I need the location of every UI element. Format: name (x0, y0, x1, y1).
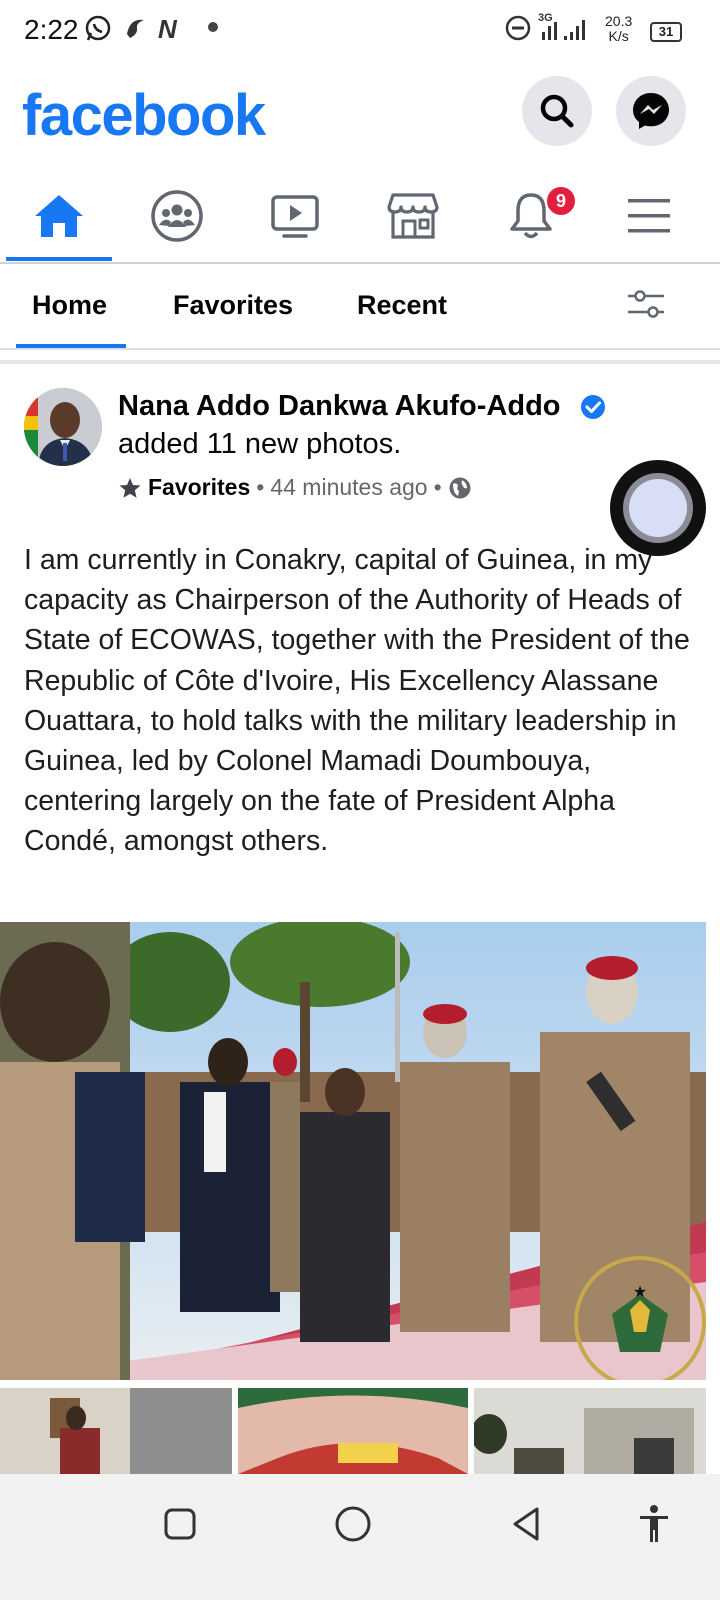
post-body-text: I am currently in Conakry, capital of Gu… (24, 544, 690, 858)
post-main-photo[interactable]: ★ (0, 922, 706, 1380)
author-avatar[interactable] (24, 388, 102, 466)
main-nav (0, 172, 720, 264)
nav-notifications[interactable] (472, 172, 590, 260)
home-icon (35, 195, 83, 237)
groups-icon (151, 190, 203, 242)
swirl-app-icon (122, 14, 150, 42)
photo-content: ★ (0, 922, 706, 1380)
menu-icon (628, 199, 670, 233)
messenger-icon (633, 93, 669, 129)
filter-icon (628, 290, 664, 318)
filter-button[interactable] (626, 288, 666, 325)
post-action-text: added 11 new photos. (118, 428, 402, 460)
accessibility-icon (640, 1505, 668, 1542)
whatsapp-icon (84, 14, 112, 42)
network-speed: 20.3 K/s (605, 14, 632, 44)
nav-home[interactable] (0, 172, 118, 260)
network-speed-unit: K/s (608, 28, 629, 44)
marketplace-icon (387, 193, 439, 239)
post-meta: Favorites • 44 minutes ago • (118, 474, 472, 501)
nav-menu[interactable] (590, 172, 708, 260)
nav-active-indicator (6, 257, 112, 261)
tab-favorites[interactable]: Favorites (173, 290, 293, 321)
n-app-icon: N (158, 14, 177, 44)
svg-text:★: ★ (633, 1282, 647, 1301)
clock: 2:22 (24, 14, 79, 45)
thumbnail-content (238, 1388, 468, 1474)
feed-divider (0, 360, 720, 364)
globe-icon (449, 477, 471, 498)
photo-thumbnail-3[interactable] (474, 1388, 706, 1474)
floating-button-ring (623, 473, 693, 543)
nav-marketplace[interactable] (354, 172, 472, 260)
star-icon (119, 477, 141, 498)
back-button[interactable] (502, 1500, 550, 1548)
network-speed-value: 20.3 (605, 13, 633, 29)
thumbnail-content (0, 1388, 232, 1474)
thumbnail-content (474, 1388, 706, 1474)
floating-button-core (629, 479, 687, 537)
verified-badge-icon (580, 394, 606, 420)
nav-video[interactable] (236, 172, 354, 260)
favorites-label: Favorites (148, 474, 251, 500)
messenger-button[interactable] (616, 76, 686, 146)
tab-active-indicator (16, 344, 126, 348)
signal-icon (540, 14, 600, 42)
tab-home[interactable]: Home (32, 290, 107, 321)
post-author-name[interactable]: Nana Addo Dankwa Akufo-Addo (118, 390, 561, 423)
accessibility-button[interactable] (630, 1500, 678, 1548)
dot-icon (208, 22, 218, 32)
tab-recent[interactable]: Recent (357, 290, 447, 321)
search-button[interactable] (522, 76, 592, 146)
post-timestamp[interactable]: 44 minutes ago (270, 474, 427, 501)
battery-icon: 31 (650, 22, 682, 42)
meta-separator: • (256, 474, 265, 500)
status-bar: 2:22 N 3G 20.3 K/s 31 (0, 0, 720, 64)
photo-thumbnail-2[interactable] (238, 1388, 468, 1474)
recent-apps-button[interactable] (156, 1500, 204, 1548)
meta-separator-2: • (433, 474, 442, 500)
do-not-disturb-icon (504, 14, 532, 42)
nav-groups[interactable] (118, 172, 236, 260)
video-icon (271, 195, 319, 238)
home-circle-icon (335, 1506, 371, 1542)
recent-apps-icon (164, 1508, 196, 1540)
notification-badge: 9 (545, 185, 577, 217)
avatar-photo (24, 388, 102, 466)
photo-thumbnail-1[interactable] (0, 1388, 232, 1474)
search-icon (540, 94, 574, 128)
home-system-button[interactable] (329, 1500, 377, 1548)
facebook-logo[interactable]: facebook (22, 82, 266, 149)
back-icon (513, 1507, 539, 1541)
